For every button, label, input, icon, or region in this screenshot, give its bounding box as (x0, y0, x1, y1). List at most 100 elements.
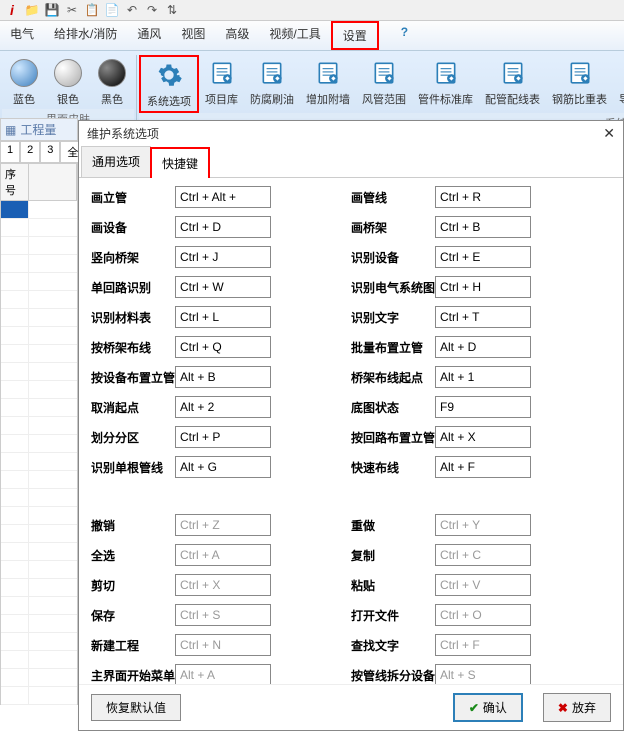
table-row[interactable] (1, 597, 77, 615)
ribbon-item[interactable]: 配管配线表 (479, 55, 546, 113)
column-header[interactable]: 序号 (1, 164, 29, 200)
shortcut-input[interactable] (435, 246, 531, 268)
table-row[interactable] (1, 561, 77, 579)
table-row[interactable] (1, 201, 77, 219)
tab-general[interactable]: 通用选项 (81, 146, 151, 177)
system-options-dialog: 维护系统选项 ✕ 通用选项快捷键 画立管 画管线 画设备 画桥架 竖向桥架 (78, 120, 624, 731)
redo-icon[interactable]: ↷ (144, 2, 160, 18)
table-row[interactable] (1, 273, 77, 291)
ribbon-item[interactable]: 银色 (46, 55, 90, 109)
ribbon-item[interactable]: 黑色 (90, 55, 134, 109)
page-tab[interactable]: 2 (20, 141, 40, 163)
paste-icon[interactable]: 📄 (104, 2, 120, 18)
close-icon[interactable]: ✕ (603, 125, 615, 142)
save-icon[interactable]: 💾 (44, 2, 60, 18)
table-row[interactable] (1, 489, 77, 507)
table-row[interactable] (1, 507, 77, 525)
shortcut-input (435, 514, 531, 536)
shortcut-input[interactable] (175, 426, 271, 448)
shortcut-input[interactable] (175, 456, 271, 478)
table-row[interactable] (1, 615, 77, 633)
table-row[interactable] (1, 381, 77, 399)
shortcut-input[interactable] (175, 396, 271, 418)
table-row[interactable] (1, 255, 77, 273)
restore-default-button[interactable]: 恢复默认值 (91, 694, 181, 721)
table-row[interactable] (1, 309, 77, 327)
shortcut-input[interactable] (175, 216, 271, 238)
ribbon-item[interactable]: 钢筋比重表 (546, 55, 613, 113)
menu-item[interactable]: 给排水/消防 (44, 21, 127, 50)
shortcut-input (175, 604, 271, 626)
cancel-button[interactable]: ✖放弃 (543, 693, 611, 722)
shortcut-input[interactable] (435, 216, 531, 238)
shortcut-input[interactable] (435, 336, 531, 358)
table-row[interactable] (1, 363, 77, 381)
shortcut-label: 底图状态 (351, 399, 435, 416)
shortcut-label: 全选 (91, 547, 175, 564)
table-row[interactable] (1, 651, 77, 669)
shortcut-input[interactable] (435, 456, 531, 478)
shortcut-input[interactable] (175, 306, 271, 328)
table-row[interactable] (1, 435, 77, 453)
table-row[interactable] (1, 327, 77, 345)
menu-item[interactable]: 通风 (127, 21, 171, 50)
shortcut-input[interactable] (175, 336, 271, 358)
table-row[interactable] (1, 687, 77, 705)
tab-shortcuts[interactable]: 快捷键 (150, 147, 210, 178)
ribbon-item[interactable]: 项目库 (199, 55, 244, 113)
shortcut-label: 划分分区 (91, 429, 175, 446)
page-tab[interactable]: 1 (0, 141, 20, 163)
ribbon-item[interactable]: 风管范围 (356, 55, 412, 113)
menu-item[interactable]: 电气 (0, 21, 44, 50)
shortcut-input[interactable] (435, 276, 531, 298)
shortcut-input[interactable] (175, 186, 271, 208)
ribbon-item[interactable]: 系统选项 (139, 55, 199, 113)
open-icon[interactable]: 📁 (24, 2, 40, 18)
cut-icon[interactable]: ✂ (64, 2, 80, 18)
shortcut-input[interactable] (435, 186, 531, 208)
menu-item[interactable]: 视图 (171, 21, 215, 50)
table-row[interactable] (1, 543, 77, 561)
shortcut-input[interactable] (435, 396, 531, 418)
table-row[interactable] (1, 579, 77, 597)
table-row[interactable] (1, 471, 77, 489)
shortcut-input[interactable] (175, 246, 271, 268)
table-row[interactable] (1, 291, 77, 309)
sort-icon[interactable]: ⇅ (164, 2, 180, 18)
shortcut-label: 按回路布置立管 (351, 429, 435, 446)
table-row[interactable] (1, 633, 77, 651)
shortcut-label: 保存 (91, 607, 175, 624)
shortcut-input[interactable] (175, 366, 271, 388)
app-logo-icon: i (4, 2, 20, 18)
table-row[interactable] (1, 453, 77, 471)
menu-item[interactable]: 视频/工具 (259, 21, 330, 50)
table-row[interactable] (1, 237, 77, 255)
shortcut-input[interactable] (435, 306, 531, 328)
column-header[interactable] (29, 164, 77, 200)
panel-header[interactable]: ▦ 工程量 (0, 118, 78, 141)
ribbon-item[interactable]: 蓝色 (2, 55, 46, 109)
undo-icon[interactable]: ↶ (124, 2, 140, 18)
shortcut-label: 重做 (351, 517, 435, 534)
shortcut-label: 画管线 (351, 189, 435, 206)
page-tab[interactable]: 3 (40, 141, 60, 163)
table-row[interactable] (1, 417, 77, 435)
ribbon-item[interactable]: 防腐刷油 (244, 55, 300, 113)
menu-item[interactable]: 设置 (331, 21, 379, 50)
ok-button[interactable]: ✔确认 (453, 693, 523, 722)
help-icon[interactable]: ? (391, 21, 418, 50)
table-row[interactable] (1, 219, 77, 237)
ribbon-item[interactable]: 增加附墙 (300, 55, 356, 113)
table-row[interactable] (1, 669, 77, 687)
menu-item[interactable]: 高级 (215, 21, 259, 50)
table-row[interactable] (1, 399, 77, 417)
table-row[interactable] (1, 345, 77, 363)
shortcut-input[interactable] (435, 366, 531, 388)
copy-icon[interactable]: 📋 (84, 2, 100, 18)
ribbon-item[interactable]: 管件标准库 (412, 55, 479, 113)
shortcut-input[interactable] (175, 276, 271, 298)
ribbon-item[interactable]: 导流叶片 (613, 55, 624, 113)
shortcut-row: 保存 打开文件 (91, 604, 611, 626)
table-row[interactable] (1, 525, 77, 543)
shortcut-input[interactable] (435, 426, 531, 448)
